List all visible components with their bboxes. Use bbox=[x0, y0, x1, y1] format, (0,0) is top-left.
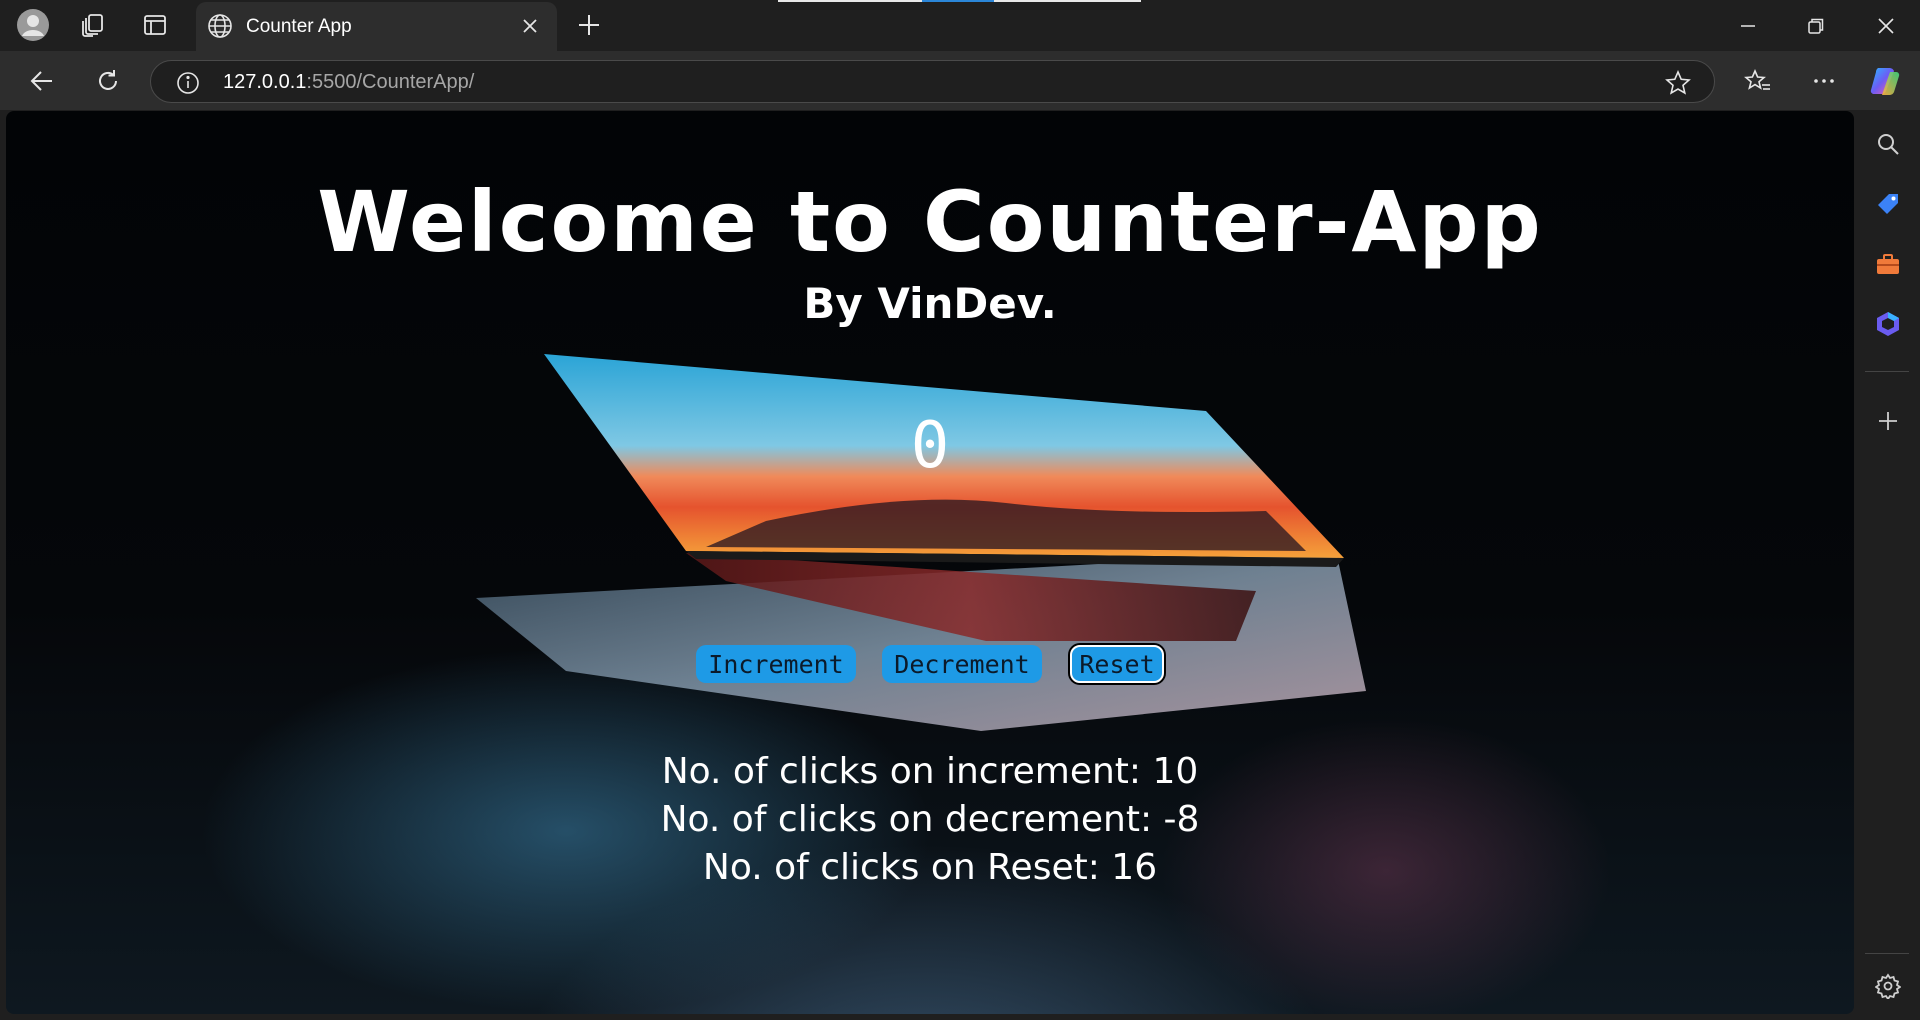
close-window-icon[interactable] bbox=[1852, 0, 1920, 51]
browser-toolbar: 127.0.0.1:5500/CounterApp/ bbox=[0, 51, 1920, 110]
close-tab-icon[interactable] bbox=[518, 14, 542, 43]
reset-button[interactable]: Reset bbox=[1070, 645, 1164, 683]
refresh-icon[interactable] bbox=[88, 61, 128, 101]
loading-strip bbox=[778, 0, 1141, 2]
gear-icon[interactable] bbox=[1870, 968, 1906, 1004]
new-tab-plus-icon[interactable] bbox=[572, 8, 606, 42]
address-bar[interactable]: 127.0.0.1:5500/CounterApp/ bbox=[150, 60, 1715, 103]
profile-icon[interactable] bbox=[16, 8, 50, 42]
counter-value: 0 bbox=[910, 409, 950, 483]
title-bar: Counter App bbox=[0, 0, 1920, 51]
url-path: :5500/CounterApp/ bbox=[306, 71, 475, 93]
back-arrow-icon[interactable] bbox=[22, 61, 62, 101]
tab-actions-icon[interactable] bbox=[138, 8, 172, 42]
add-plus-icon[interactable] bbox=[1870, 403, 1906, 439]
increment-button[interactable]: Increment bbox=[696, 645, 856, 683]
page-viewport: Welcome to Counter-App By VinDev. 0 Incr… bbox=[6, 111, 1854, 1014]
favorite-star-icon[interactable] bbox=[1664, 69, 1692, 102]
favorites-icon[interactable] bbox=[1738, 61, 1778, 101]
page-title: Welcome to Counter-App bbox=[317, 173, 1543, 271]
tab-title: Counter App bbox=[246, 16, 352, 37]
copilot-icon[interactable] bbox=[1866, 61, 1906, 101]
more-icon[interactable] bbox=[1804, 61, 1844, 101]
tag-icon[interactable] bbox=[1870, 186, 1906, 222]
page-subtitle: By VinDev. bbox=[803, 279, 1057, 328]
url-text[interactable]: 127.0.0.1:5500/CounterApp/ bbox=[223, 71, 474, 94]
decrement-button[interactable]: Decrement bbox=[882, 645, 1042, 683]
minimize-icon[interactable] bbox=[1714, 0, 1782, 51]
site-info-icon[interactable] bbox=[175, 70, 201, 101]
collections-icon[interactable] bbox=[76, 8, 110, 42]
reset-click-count: No. of clicks on Reset: 16 bbox=[702, 847, 1158, 888]
browser-sidebar bbox=[1855, 110, 1920, 1020]
globe-icon bbox=[206, 12, 234, 45]
sidebar-divider bbox=[1865, 371, 1909, 372]
decrement-click-count: No. of clicks on decrement: -8 bbox=[660, 799, 1200, 840]
tab-counter-app[interactable]: Counter App bbox=[196, 2, 557, 51]
increment-click-count: No. of clicks on increment: 10 bbox=[661, 751, 1199, 792]
toolbox-icon[interactable] bbox=[1870, 246, 1906, 282]
click-stats: No. of clicks on increment: 10 No. of cl… bbox=[6, 748, 1854, 892]
restore-icon[interactable] bbox=[1782, 0, 1850, 51]
search-icon[interactable] bbox=[1870, 126, 1906, 162]
url-host: 127.0.0.1 bbox=[223, 71, 307, 93]
sidebar-divider bbox=[1865, 953, 1909, 954]
office-icon[interactable] bbox=[1870, 306, 1906, 342]
